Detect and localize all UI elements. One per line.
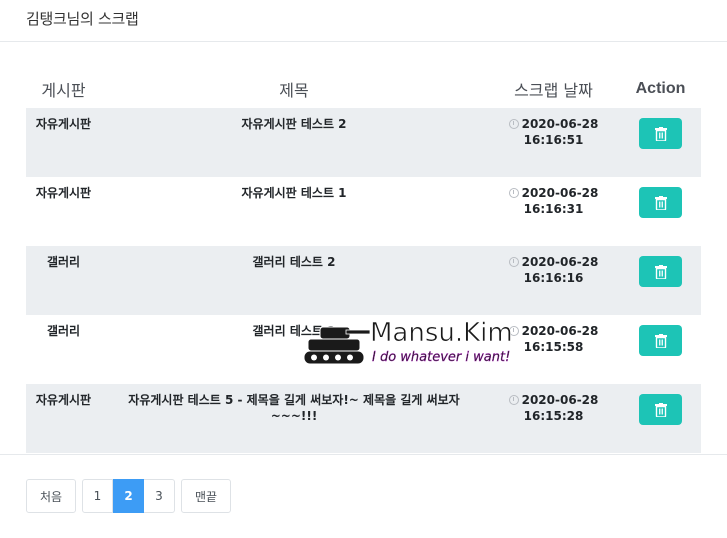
tank-icon [303, 326, 371, 365]
first-page-button[interactable]: 처음 [26, 479, 76, 513]
trash-icon [654, 264, 667, 279]
board-name: 자유게시판 [35, 186, 92, 200]
scrap-date-cell: 2020-06-28 16:16:31 [487, 177, 620, 246]
scrap-table: 게시판 제목 스크랩 날짜 Action 자유게시판 자유게시판 테스트 2 2… [26, 70, 701, 453]
board-name: 자유게시판 [26, 384, 101, 453]
delete-button[interactable] [639, 394, 682, 425]
trash-icon [654, 333, 667, 348]
board-name: 갤러리 [26, 246, 101, 315]
post-title-link[interactable]: 자유게시판 테스트 2 [101, 108, 487, 177]
scrap-time: 16:16:51 [523, 133, 584, 147]
page-title: 김탱크님의 스크랩 [26, 10, 139, 28]
scrap-date-cell: 2020-06-28 16:16:51 [487, 108, 620, 177]
column-header-title: 제목 [279, 81, 309, 100]
scrap-date: 2020-06-28 [521, 117, 599, 131]
watermark-name: Mansu.Kim [370, 318, 513, 348]
page-3-button[interactable]: 3 [144, 479, 175, 513]
scrap-time: 16:15:58 [523, 340, 584, 354]
page-1-button[interactable]: 1 [82, 479, 113, 513]
column-header-action: Action [635, 80, 686, 97]
clock-icon [508, 395, 519, 405]
scrap-time: 16:16:16 [523, 271, 584, 285]
board-name: 자유게시판 [26, 108, 101, 177]
table-row: 자유게시판 자유게시판 테스트 5 - 제목을 길게 써보자!~ 제목을 길게 … [26, 384, 701, 453]
pagination: 처음 1 2 3 맨끝 [26, 479, 231, 513]
scrap-time: 16:15:28 [523, 409, 584, 423]
watermark-tagline: I do whatever i want! [372, 350, 510, 365]
delete-button[interactable] [639, 256, 682, 287]
scrap-time: 16:16:31 [523, 202, 584, 216]
last-page-button[interactable]: 맨끝 [181, 479, 231, 513]
footer-divider [0, 454, 727, 455]
delete-button[interactable] [639, 187, 682, 218]
scrap-date: 2020-06-28 [521, 186, 599, 200]
trash-icon [654, 195, 667, 210]
scrap-date-cell: 2020-06-28 16:16:16 [487, 246, 620, 315]
post-title-link[interactable]: 자유게시판 테스트 5 - 제목을 길게 써보자!~ 제목을 길게 써보자~~~… [101, 384, 487, 453]
table-row: 자유게시판 자유게시판 테스트 1 2020-06-28 16:16:31 [26, 177, 701, 246]
scrap-date: 2020-06-28 [521, 393, 599, 407]
column-header-board: 게시판 [41, 81, 86, 100]
watermark-logo: Mansu.Kim I do whatever i want! [303, 318, 513, 365]
header-divider [0, 41, 727, 42]
page-2-button[interactable]: 2 [113, 479, 144, 513]
post-title-link[interactable]: 갤러리 테스트 2 [101, 246, 487, 315]
clock-icon [508, 257, 519, 267]
scrap-date: 2020-06-28 [521, 255, 599, 269]
clock-icon [508, 119, 519, 129]
scrap-date-cell: 2020-06-28 16:15:28 [487, 384, 620, 453]
post-title-link[interactable]: 자유게시판 테스트 1 [101, 177, 487, 246]
delete-button[interactable] [639, 325, 682, 356]
table-header-row: 게시판 제목 스크랩 날짜 Action [26, 70, 701, 108]
trash-icon [654, 126, 667, 141]
trash-icon [654, 402, 667, 417]
clock-icon [508, 188, 519, 198]
table-row: 갤러리 갤러리 테스트 2 2020-06-28 16:16:16 [26, 246, 701, 315]
table-row: 자유게시판 자유게시판 테스트 2 2020-06-28 16:16:51 [26, 108, 701, 177]
board-name: 갤러리 [46, 324, 81, 338]
scrap-date: 2020-06-28 [521, 324, 599, 338]
column-header-date: 스크랩 날짜 [514, 81, 593, 100]
delete-button[interactable] [639, 118, 682, 149]
